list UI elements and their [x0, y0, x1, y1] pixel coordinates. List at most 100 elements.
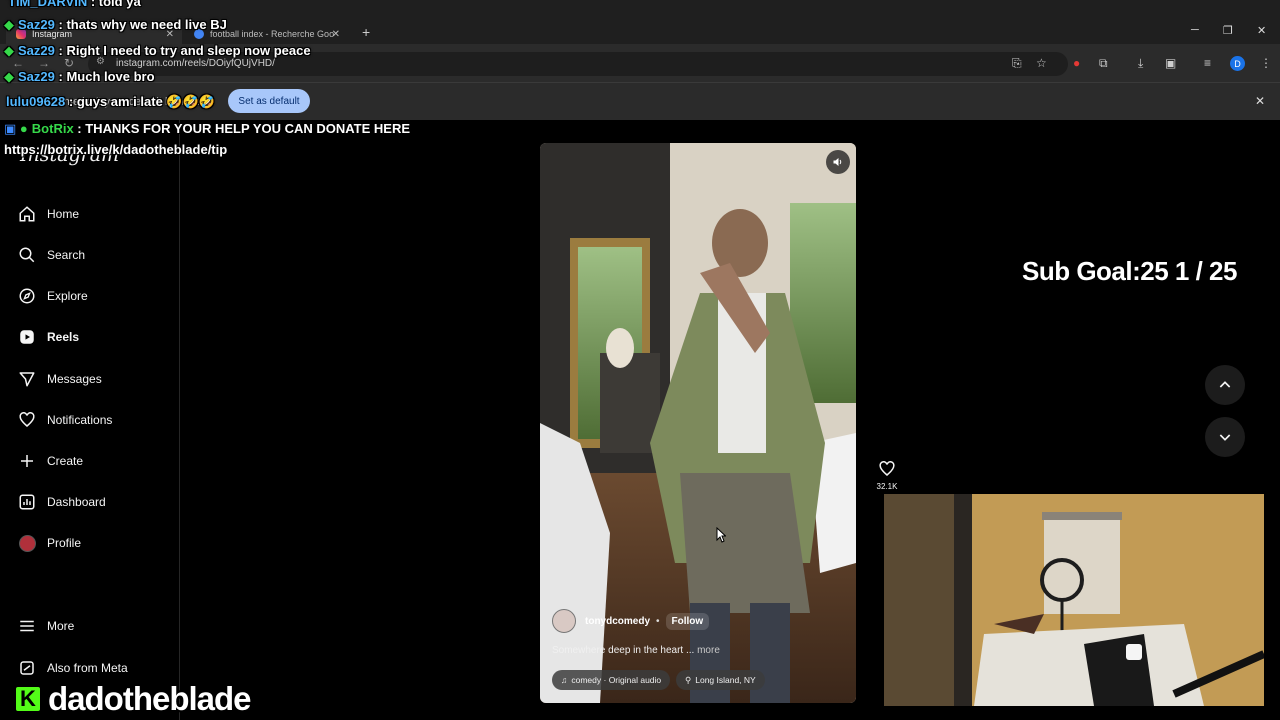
- install-app-icon[interactable]: ⎘: [1012, 56, 1022, 71]
- sidebar-item-also-from-meta[interactable]: Also from Meta: [18, 656, 128, 680]
- sidebar-item-dashboard[interactable]: Dashboard: [18, 490, 106, 514]
- tab-title: football index - Recherche Goo: [210, 29, 335, 39]
- follow-button[interactable]: Follow: [665, 612, 710, 630]
- sidebar-item-profile[interactable]: Profile: [18, 531, 81, 555]
- sidebar-item-label: Search: [47, 248, 86, 262]
- meta-icon: [18, 659, 36, 677]
- chat-text: : thats why we need live BJ: [58, 17, 227, 32]
- menu-icon: [18, 617, 36, 635]
- subscriber-badge-icon: ◆: [4, 17, 14, 32]
- audio-label: comedy · Original audio: [571, 675, 662, 685]
- restore-button[interactable]: ❐: [1223, 24, 1233, 37]
- previous-reel-button[interactable]: [1205, 365, 1245, 405]
- messages-icon: [18, 370, 36, 388]
- chat-message: lulu09628 : guys am i late 🤣🤣🤣: [6, 94, 215, 110]
- chat-text: https://botrix.live/k/dadotheblade/tip: [4, 142, 228, 157]
- reels-icon: [18, 328, 36, 346]
- next-reel-button[interactable]: [1205, 417, 1245, 457]
- sidebar-item-label: Notifications: [47, 413, 113, 427]
- sidebar-item-label: Home: [47, 207, 80, 221]
- tab-close-icon[interactable]: ✕: [332, 29, 340, 40]
- chat-message: ◆ Saz29 : Right I need to try and sleep n…: [4, 43, 311, 59]
- location-pin-icon: ⚲: [685, 674, 692, 685]
- author-username[interactable]: tonydcomedy: [585, 616, 650, 627]
- chat-text: : Right I need to try and sleep now peac…: [58, 43, 311, 58]
- reel-author-row: tonydcomedy • Follow: [552, 609, 710, 633]
- avatar: [18, 534, 36, 552]
- chat-username: TIM_DARVIN: [8, 0, 88, 9]
- chat-message: ▣ ● BotRix : THANKS FOR YOUR HELP YOU CAN…: [4, 121, 410, 137]
- plus-icon: [18, 452, 36, 470]
- home-icon: [18, 205, 36, 223]
- dashboard-icon: [18, 493, 36, 511]
- webcam-feed: [884, 494, 1264, 706]
- close-window-button[interactable]: ✕: [1257, 24, 1266, 37]
- chat-username: BotRix: [31, 121, 74, 136]
- music-note-icon: ♫: [561, 675, 568, 685]
- sub-goal-counter: Sub Goal:25 1 / 25: [1022, 256, 1237, 286]
- tab-search-icon[interactable]: ▣: [1165, 56, 1176, 70]
- download-icon[interactable]: ⤓: [1138, 56, 1143, 71]
- caption-more-link[interactable]: more: [697, 645, 720, 656]
- chat-username: lulu09628: [6, 94, 66, 109]
- media-controls-icon[interactable]: ≡: [1204, 56, 1211, 70]
- audio-pill[interactable]: ♫ comedy · Original audio: [552, 670, 671, 690]
- heart-icon: [18, 411, 36, 429]
- profile-avatar[interactable]: D: [1230, 56, 1245, 71]
- speaker-icon: [833, 158, 842, 166]
- mute-button[interactable]: [826, 150, 850, 174]
- sidebar-item-explore[interactable]: Explore: [18, 284, 88, 308]
- bookmark-star-icon[interactable]: ☆: [1036, 56, 1047, 70]
- extension-red-icon[interactable]: ●: [1073, 56, 1080, 70]
- sidebar-item-label: More: [47, 619, 75, 633]
- chat-message: ◆ Saz29 : thats why we need live BJ: [4, 17, 227, 33]
- mouse-cursor-icon: [716, 526, 727, 548]
- sidebar-item-more[interactable]: More: [18, 614, 74, 638]
- location-label: Long Island, NY: [695, 675, 756, 685]
- chat-username: Saz29: [18, 43, 55, 58]
- url-text[interactable]: instagram.com/reels/DOiyfQUjVHD/: [116, 58, 275, 69]
- chat-text: : Much love bro: [58, 69, 155, 84]
- chat-text: : told ya: [90, 0, 141, 9]
- search-icon: [18, 246, 36, 264]
- kick-logo-icon: K: [14, 685, 42, 713]
- like-count: 32.1K: [876, 482, 898, 491]
- author-avatar[interactable]: [552, 609, 576, 633]
- chat-message: TIM_DARVIN : told ya: [8, 0, 141, 9]
- chevron-up-icon: [1219, 381, 1231, 388]
- sidebar-item-messages[interactable]: Messages: [18, 367, 102, 391]
- chat-message: https://botrix.live/k/dadotheblade/tip: [4, 142, 227, 157]
- sidebar-item-label: Also from Meta: [47, 661, 128, 675]
- webcam-overlay: [884, 494, 1264, 706]
- sidebar-item-notifications[interactable]: Notifications: [18, 408, 112, 432]
- minimize-button[interactable]: ─: [1191, 24, 1199, 36]
- sidebar-item-reels[interactable]: Reels: [18, 325, 79, 349]
- chat-username: Saz29: [18, 17, 55, 32]
- like-heart-icon[interactable]: [876, 460, 898, 483]
- bot-badge-icon: ▣: [4, 121, 17, 136]
- kick-channel-tag: K dadotheblade: [14, 680, 252, 718]
- caption-text: Somewhere deep in the heart ...: [552, 645, 695, 656]
- sidebar-item-label: Explore: [47, 289, 88, 303]
- channel-name: dadotheblade: [48, 680, 252, 717]
- set-as-default-button[interactable]: Set as default: [228, 89, 310, 113]
- sidebar-item-label: Create: [47, 454, 84, 468]
- sidebar-item-search[interactable]: Search: [18, 243, 85, 267]
- reel-caption: Somewhere deep in the heart ... more: [552, 645, 720, 656]
- browser-menu-icon[interactable]: ⋮: [1260, 56, 1272, 70]
- infobar-close-icon[interactable]: ✕: [1255, 94, 1265, 108]
- chat-message: ◆ Saz29 : Much love bro: [4, 69, 155, 85]
- new-tab-button[interactable]: +: [362, 24, 370, 40]
- compass-icon: [18, 287, 36, 305]
- separator-dot: •: [656, 615, 660, 627]
- chevron-down-icon: [1219, 434, 1231, 441]
- extensions-puzzle-icon[interactable]: ⧉: [1099, 56, 1108, 71]
- chat-username: Saz29: [18, 69, 55, 84]
- sidebar-item-home[interactable]: Home: [18, 202, 79, 226]
- sidebar-item-label: Reels: [47, 330, 80, 344]
- sidebar-item-label: Dashboard: [47, 495, 106, 509]
- sidebar-item-label: Messages: [47, 372, 102, 386]
- chat-text: : guys am i late 🤣🤣🤣: [68, 94, 215, 109]
- location-pill[interactable]: ⚲ Long Island, NY: [676, 670, 765, 690]
- sidebar-item-create[interactable]: Create: [18, 449, 83, 473]
